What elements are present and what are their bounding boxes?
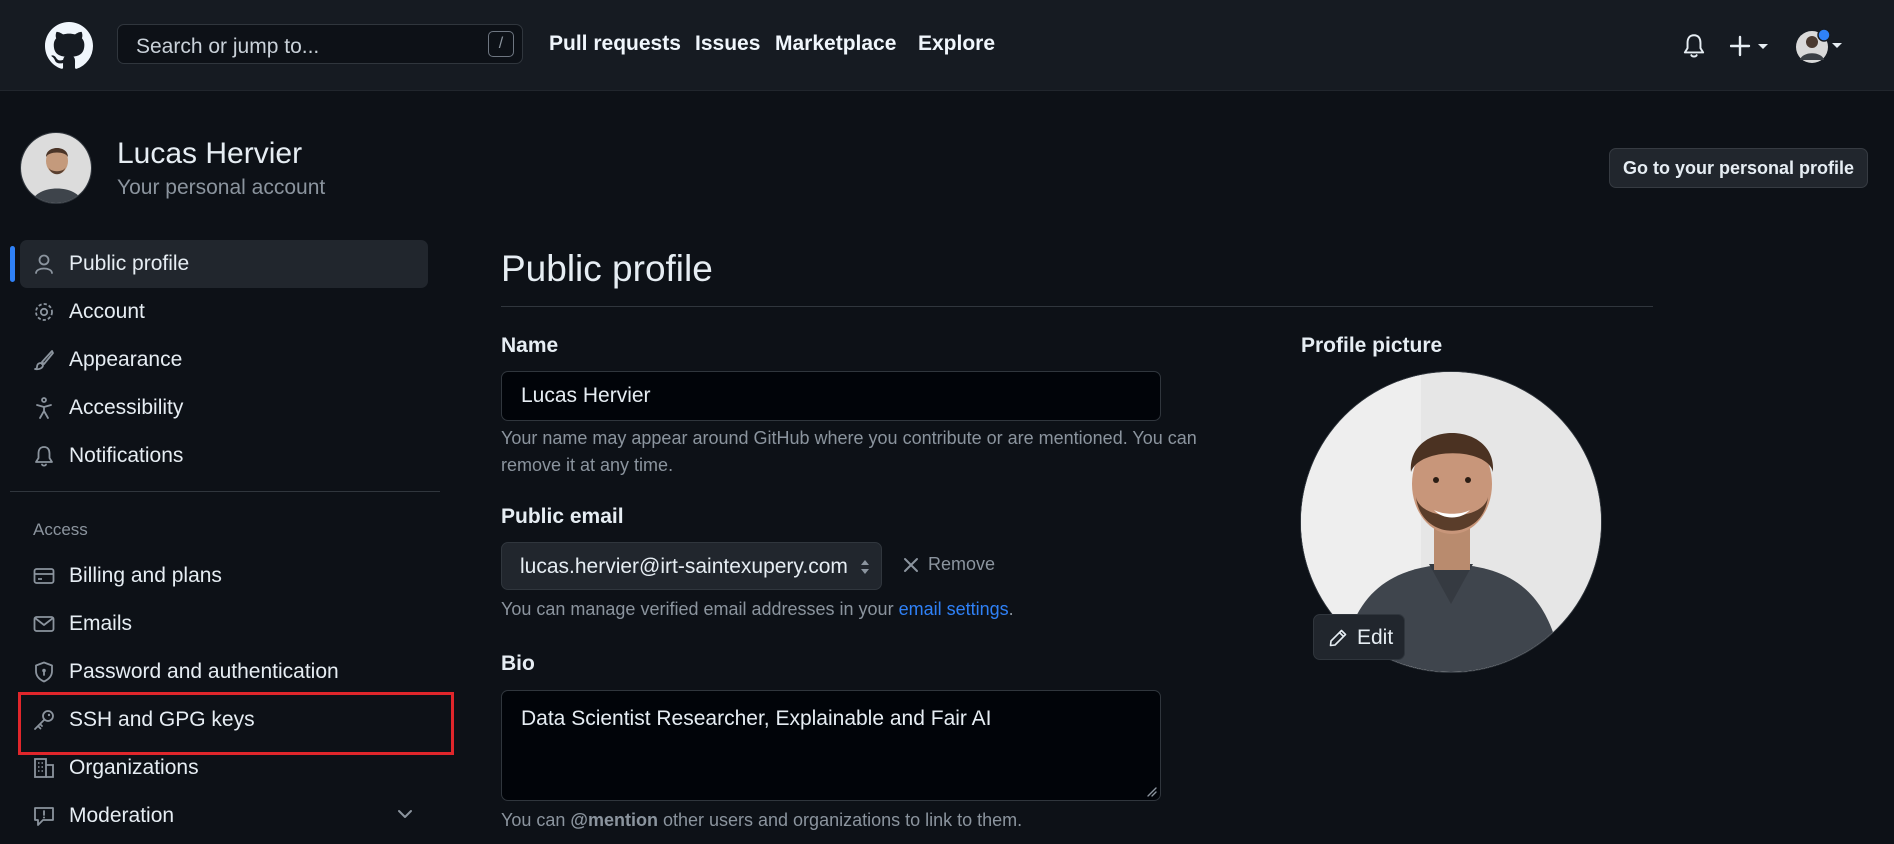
access-section-heading: Access — [33, 520, 88, 539]
select-arrows-icon — [861, 560, 869, 574]
mention-text: @mention — [570, 810, 658, 830]
sidebar-item-appearance[interactable]: Appearance — [20, 336, 428, 384]
gear-icon — [35, 303, 53, 321]
bio-help-prefix: You can — [501, 810, 571, 830]
bio-value: Data Scientist Researcher, Explainable a… — [521, 707, 992, 730]
user-avatar — [20, 132, 92, 204]
resize-handle-icon[interactable] — [1145, 785, 1157, 797]
sidebar-item-label: Appearance — [69, 348, 183, 371]
profile-picture-label: Profile picture — [1301, 334, 1443, 357]
sidebar-item-label: Notifications — [69, 444, 184, 467]
bio-help-suffix: other users and organizations to link to… — [657, 810, 1023, 830]
nav-explore[interactable]: Explore — [918, 32, 995, 56]
sidebar-item-account[interactable]: Account — [20, 288, 428, 336]
email-help-suffix: . — [1008, 599, 1014, 619]
organization-icon — [34, 758, 54, 778]
edit-label: Edit — [1357, 626, 1394, 649]
go-to-profile-button[interactable]: Go to your personal profile — [1609, 148, 1868, 188]
sidebar-item-label: Billing and plans — [69, 564, 222, 587]
top-header: Search or jump to... / Pull requests Iss… — [0, 0, 1894, 91]
sidebar-item-notifications[interactable]: Notifications — [20, 432, 428, 480]
mail-icon — [33, 616, 55, 632]
search-placeholder: Search or jump to... — [136, 35, 320, 58]
active-indicator — [10, 246, 15, 282]
report-icon — [34, 807, 54, 826]
sidebar-item-emails[interactable]: Emails — [20, 600, 428, 648]
sidebar-item-accessibility[interactable]: Accessibility — [20, 384, 428, 432]
pencil-icon — [1329, 629, 1347, 647]
sidebar-item-password-authentication[interactable]: Password and authentication — [20, 648, 428, 696]
chevron-down-icon[interactable] — [397, 808, 413, 820]
name-help-text: Your name may appear around GitHub where… — [501, 428, 1197, 475]
person-icon — [35, 254, 53, 274]
sidebar-item-billing[interactable]: Billing and plans — [20, 552, 428, 600]
sidebar-item-public-profile[interactable]: Public profile — [20, 240, 428, 288]
account-type-label: Your personal account — [117, 176, 326, 199]
avatar-photo — [21, 133, 91, 203]
public-email-label: Public email — [501, 505, 624, 528]
sidebar-item-moderation[interactable]: Moderation — [20, 792, 428, 840]
sidebar-item-label: Account — [69, 300, 145, 323]
close-icon — [904, 558, 918, 572]
edit-profile-picture-button[interactable]: Edit — [1313, 614, 1405, 660]
public-email-value: lucas.hervier@irt-saintexupery.com — [520, 555, 848, 578]
plus-dropdown-icon[interactable] — [1730, 34, 1776, 58]
sidebar-divider — [10, 491, 440, 492]
remove-label: Remove — [928, 554, 996, 574]
name-label: Name — [501, 334, 559, 357]
bell-icon[interactable] — [1681, 32, 1707, 60]
user-display-name: Lucas Hervier — [117, 137, 303, 170]
nav-pull-requests[interactable]: Pull requests — [549, 32, 681, 56]
sidebar-item-label: Public profile — [69, 252, 190, 275]
name-field[interactable] — [501, 371, 1161, 421]
title-divider — [501, 306, 1653, 307]
paintbrush-icon — [34, 350, 54, 371]
sidebar-item-label: Accessibility — [69, 396, 184, 419]
email-help-text: You can manage verified email addresses … — [501, 596, 1014, 623]
sidebar-item-label: Moderation — [69, 804, 175, 827]
shield-lock-icon — [35, 661, 53, 683]
credit-card-icon — [33, 568, 55, 584]
bell-icon — [35, 446, 53, 467]
page-title: Public profile — [501, 248, 713, 289]
email-settings-link[interactable]: email settings — [899, 599, 1009, 619]
bio-textarea[interactable]: Data Scientist Researcher, Explainable a… — [501, 690, 1161, 801]
email-help-prefix: You can manage verified email addresses … — [501, 599, 899, 619]
bio-help-text: You can @mention other users and organiz… — [501, 807, 1022, 834]
sidebar-item-label: Emails — [69, 612, 133, 635]
sidebar-item-label: Organizations — [69, 756, 199, 779]
user-menu[interactable] — [1795, 28, 1845, 64]
bio-label: Bio — [501, 652, 535, 675]
nav-marketplace[interactable]: Marketplace — [775, 32, 896, 56]
slash-key-hint: / — [488, 31, 514, 57]
sidebar-item-label: Password and authentication — [69, 660, 339, 683]
github-logo-icon[interactable] — [45, 22, 93, 70]
highlight-box — [18, 692, 454, 755]
public-email-select[interactable]: lucas.hervier@irt-saintexupery.com — [501, 542, 882, 590]
accessibility-icon — [36, 397, 52, 419]
notification-dot-icon — [1817, 28, 1831, 42]
search-input[interactable]: Search or jump to... / — [117, 24, 523, 64]
nav-issues[interactable]: Issues — [695, 32, 760, 56]
chevron-down-icon — [1832, 43, 1842, 48]
